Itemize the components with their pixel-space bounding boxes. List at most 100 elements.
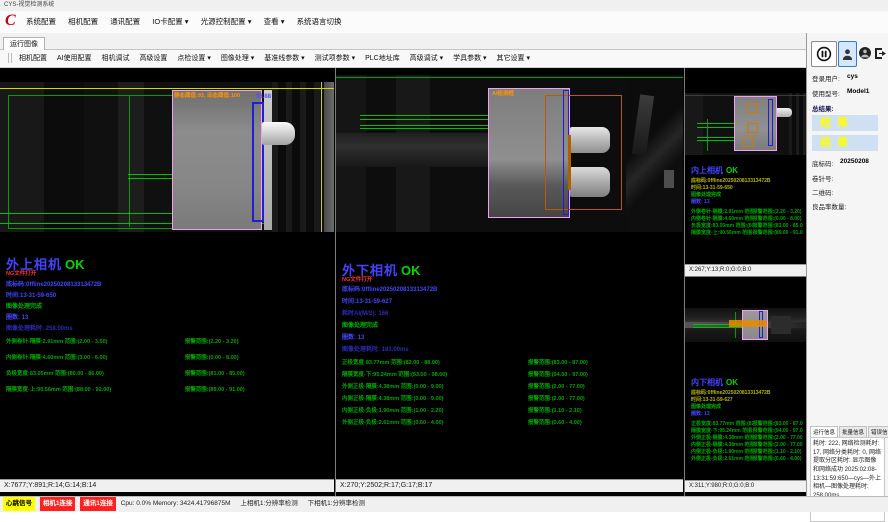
toolbar-item-baseline-params[interactable]: 基准线参数 ▾	[264, 55, 304, 62]
inner-upper-camera-panel: 内上相机OK 底标码:0ffline2025020813313472B 时间:1…	[685, 71, 806, 276]
menu-item-camera-config[interactable]: 相机配置	[68, 17, 98, 26]
time-line: 时间:13-31-59-627	[342, 296, 392, 305]
admin-mode-button[interactable]	[858, 41, 872, 65]
green-reference-line	[336, 77, 683, 78]
inner-upper-camera-image[interactable]	[685, 93, 806, 155]
measurement-row: 负极宽度:83.05mm 范围:(80.00 - 86.00)报警范围:(81.…	[691, 222, 803, 229]
electrode-tab	[570, 167, 610, 197]
lower-camera-status: 下相机1:分辨率检测	[308, 500, 365, 507]
pause-icon	[816, 46, 832, 62]
heartbeat-indicator: 心跳信号	[3, 497, 35, 511]
measurement-row: 正极宽度:83.77mm 范围:(82.00 - 88.00)报警范围:(83.…	[691, 420, 803, 427]
control-sidebar: 登录用户: cys 使用型号: Model1 总结果: 结果 结果 底标码: 2…	[806, 33, 888, 496]
result-display-bottom: 结果	[812, 135, 878, 151]
time-line: 时间:13-31-59-650	[6, 290, 56, 299]
green-measure-line	[697, 140, 735, 141]
inner-lower-camera-image[interactable]	[685, 308, 806, 342]
user-login-button[interactable]	[838, 41, 857, 67]
login-user-value: cys	[847, 73, 858, 80]
pink-roi-box	[172, 90, 262, 230]
turns-line: 圈数: 13	[691, 198, 710, 205]
green-measure-line	[697, 137, 735, 138]
menu-item-light-control-config[interactable]: 光源控制配置 ▾	[201, 17, 252, 26]
camera-name: 内上相机	[691, 166, 723, 175]
toolbar: 相机配置 AI使用配置 相机调试 高级设置 点检设置 ▾ 图像处理 ▾ 基准线参…	[0, 50, 806, 68]
yellow-reference-line-vertical	[321, 82, 322, 232]
toolbar-item-fixture-params[interactable]: 学具参数 ▾	[453, 55, 486, 62]
barcode-line: 底标码:0ffline2025020813313472B	[691, 389, 771, 396]
upper-camera-status: 上相机1:分辨率检测	[240, 500, 297, 507]
ng-file-label: NG文件打开	[6, 269, 36, 277]
result-ok-badge: OK	[726, 166, 738, 175]
result-ok-badge: OK	[401, 263, 421, 278]
pause-button[interactable]	[811, 41, 837, 67]
menu-item-comm-config[interactable]: 通讯配置	[110, 17, 140, 26]
green-measure-line	[697, 127, 735, 128]
login-user-label: 登录用户:	[812, 73, 840, 83]
menu-item-language-switch[interactable]: 系统语言切换	[297, 17, 342, 26]
exit-door-icon	[874, 47, 887, 60]
user-icon	[842, 48, 853, 61]
process-done-line: 图像处理完成	[342, 320, 378, 329]
barcode-line: 底标码:0ffline2025020813313472B	[6, 279, 101, 288]
toolbar-item-camera-config[interactable]: 相机配置	[19, 55, 47, 62]
orange-roi-box	[743, 137, 754, 147]
toolbar-item-test-params[interactable]: 测试项参数 ▾	[315, 55, 355, 62]
process-done-line: 图像处理完成	[6, 301, 42, 310]
cursor-position-bar: X:270;Y:2502;R:17;G:17;B:17	[336, 479, 683, 492]
camera-connection-indicator: 相机1连接	[40, 497, 76, 511]
toolbar-item-image-processing[interactable]: 图像处理 ▾	[221, 55, 254, 62]
turns-line: 圈数: 13	[6, 312, 28, 321]
model-value: Model1	[847, 88, 869, 95]
inner-lower-camera-panel: 内下相机OK 底标码:0ffline2025020813313472B 时间:1…	[685, 278, 806, 492]
outer-lower-camera-panel: AI检测框 外下相机OK NG文件打开 底标码:0ffline202502081…	[336, 71, 683, 492]
outer-lower-camera-image[interactable]: AI检测框	[336, 75, 683, 232]
machine-beam	[336, 133, 496, 167]
titlebar: CYS-视觉检测系统	[0, 0, 888, 11]
machine-highlight	[664, 170, 674, 188]
model-label: 使用型号:	[812, 88, 840, 98]
measurement-row: 外侧正极-隔膜:4.38mm 范围:(0.00 - 9.00)报警范围:(2.0…	[691, 434, 803, 441]
electrode-tab	[262, 122, 295, 145]
yellow-reference-line	[0, 88, 334, 89]
blue-roi-box	[768, 99, 773, 146]
qr-code-label: 二维码:	[812, 187, 833, 197]
menu-item-io-card-config[interactable]: IO卡配置 ▾	[152, 17, 188, 26]
tab-strip: 运行图像	[0, 33, 806, 50]
toolbar-item-plc-address-table[interactable]: PLC地址库	[365, 55, 400, 62]
outer-upper-camera-image[interactable]: 静态阈值:93, 动态阈值:100 93.88	[0, 82, 334, 232]
ng-file-label: NG文件打开	[342, 275, 372, 283]
green-measure-line	[129, 95, 130, 227]
toolbar-item-advanced-debug[interactable]: 高级调试 ▾	[410, 55, 443, 62]
menu-item-system-config[interactable]: 系统配置	[26, 17, 56, 26]
elapsed-line: 图像处理耗时: 183.00ms	[342, 344, 409, 353]
exit-button[interactable]	[873, 41, 887, 65]
toolbar-item-other-settings[interactable]: 其它设置 ▾	[497, 55, 530, 62]
barcode-line: 底标码:0ffline2025020813313472B	[342, 284, 437, 293]
camera-result-title: 内上相机OK	[691, 165, 738, 176]
barcode-value: 20250208	[840, 158, 869, 165]
measurement-row: 内侧正极-隔膜:4.38mm 范围:(0.00 - 9.00)报警范围:(2.0…	[342, 394, 680, 406]
panel-divider	[685, 276, 806, 277]
measurement-row: 内侧正极-隔膜:4.38mm 范围:(0.00 - 9.00)报警范围:(2.0…	[691, 441, 803, 448]
yield-count-label: 良品率数量:	[812, 201, 846, 211]
toolbar-item-advanced-settings[interactable]: 高级设置	[139, 55, 167, 62]
measurement-row: 内侧正极-负极:1.90mm 范围:(1.00 - 2.20)报警范围:(1.1…	[691, 448, 803, 455]
comm-connection-indicator: 通讯1连接	[80, 497, 116, 511]
orange-roi-box	[747, 103, 758, 113]
toolbar-item-spot-check[interactable]: 点检设置 ▾	[177, 55, 210, 62]
measurement-row: 内侧卷针-隔膜:4.60mm 范围:(3.00 - 6.00)报警范围:(0.0…	[6, 353, 331, 369]
barcode-line: 底标码:0ffline2025020813313472B	[691, 177, 771, 184]
time-line: 时间:13-31-59-627	[691, 396, 733, 403]
blue-value-label: 93.88	[256, 94, 271, 100]
result-ok-badge: OK	[65, 257, 85, 272]
orange-roi-box	[747, 123, 758, 133]
menu-item-view[interactable]: 查看 ▾	[264, 17, 285, 26]
ai-elapsed-line: 耗时AI(M/S): 166	[342, 308, 388, 317]
toolbar-item-ai-use-config[interactable]: AI使用配置	[57, 55, 92, 62]
toolbar-item-camera-debug[interactable]: 相机调试	[101, 55, 129, 62]
barcode-label: 底标码:	[812, 158, 833, 168]
measurement-row: 外侧正极-隔膜:4.38mm 范围:(0.00 - 9.00)报警范围:(2.0…	[342, 382, 680, 394]
measurement-row: 隔膜宽度-下:95.24mm 范围:(93.00 - 98.00)报警范围:(9…	[342, 370, 680, 382]
turns-line: 圈数: 13	[342, 332, 364, 341]
